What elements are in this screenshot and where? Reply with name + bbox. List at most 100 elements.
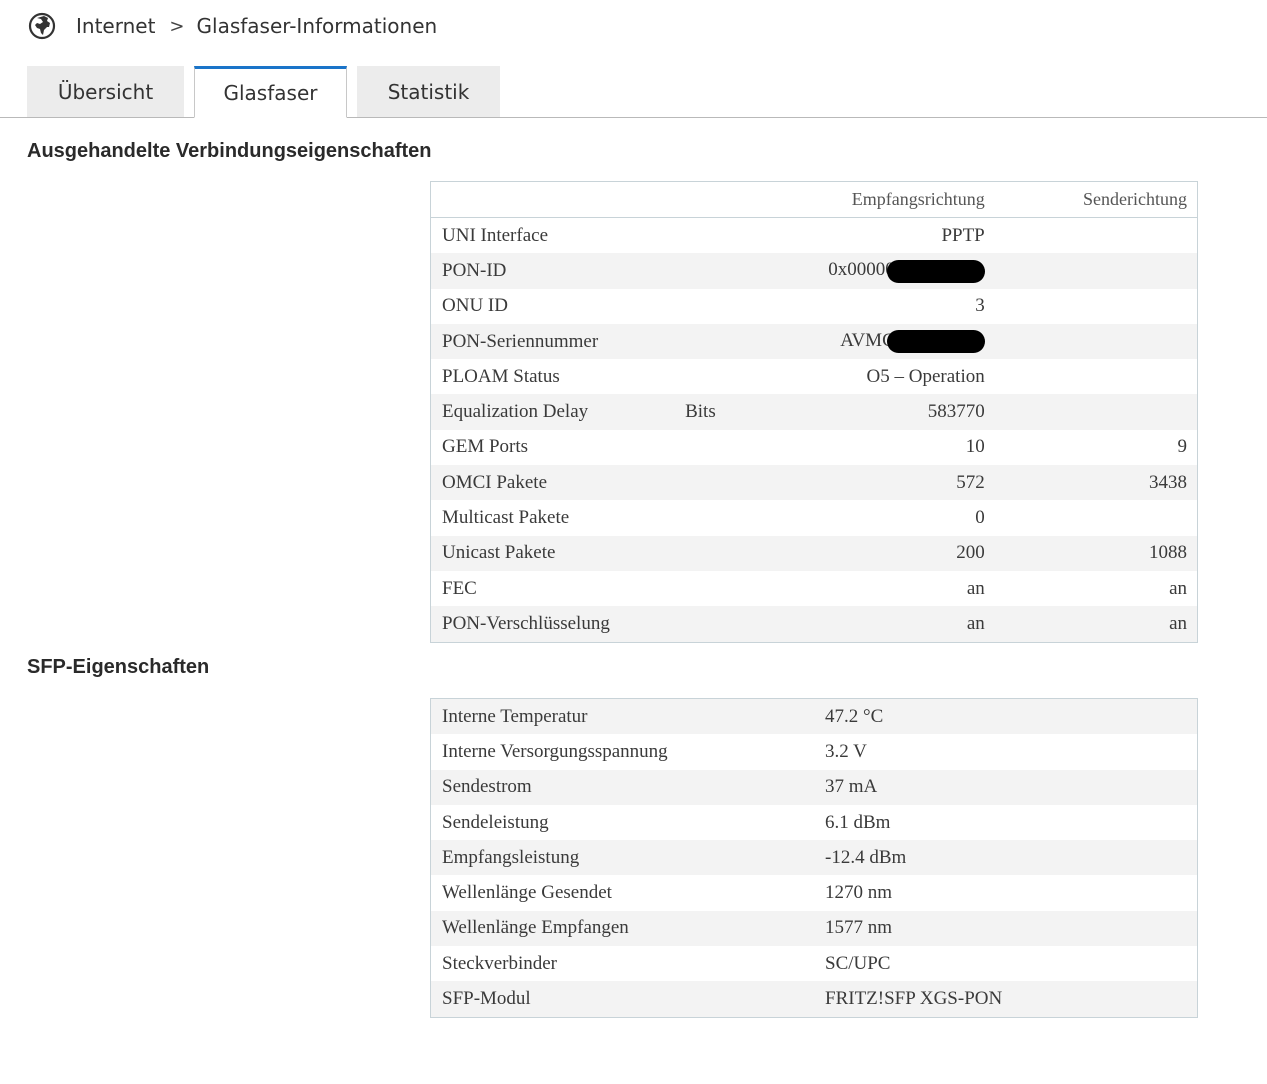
row-tx-value bbox=[985, 324, 1198, 359]
rx-text: an bbox=[966, 577, 985, 599]
row-tx-value: 3438 bbox=[1149, 471, 1187, 493]
tab-uebersicht[interactable]: Übersicht bbox=[27, 66, 184, 117]
table-row: Sendestrom 37 mA bbox=[430, 769, 1198, 805]
sfp-row-label: SFP-Modul bbox=[442, 988, 531, 1010]
rx-text: O5 – Operation bbox=[866, 365, 985, 387]
rx-text: 0 bbox=[975, 507, 985, 529]
sfp-row-value: 1270 nm bbox=[825, 882, 893, 904]
header-tx: Senderichtung bbox=[1083, 189, 1187, 209]
row-label: PON-Seriennummer bbox=[442, 330, 599, 352]
sfp-table: Interne Temperatur 47.2 °C Interne Versorg… bbox=[430, 698, 1198, 1018]
table-row: OMCI Pakete 572 3438 bbox=[430, 465, 1198, 501]
row-tx-value: an bbox=[1169, 612, 1187, 634]
row-rx-value: 572 bbox=[811, 465, 985, 500]
row-label: OMCI Pakete bbox=[442, 471, 548, 493]
tab-bar: Übersicht Glasfaser Statistik bbox=[0, 66, 1267, 118]
row-rx-value: 10 bbox=[811, 430, 985, 465]
row-unit bbox=[685, 571, 811, 606]
sfp-row-label: Steckverbinder bbox=[442, 952, 558, 974]
table-row: Equalization Delay Bits 583770 bbox=[430, 394, 1198, 430]
sfp-row-value: SC/UPC bbox=[825, 952, 891, 974]
breadcrumb-internet[interactable]: Internet bbox=[76, 14, 155, 38]
rx-text: PPTP bbox=[941, 224, 985, 246]
globe-icon bbox=[28, 12, 56, 40]
connection-table: Empfangsrichtung Senderichtung UNI Inter… bbox=[430, 181, 1198, 643]
table-row: Unicast Pakete 200 1088 bbox=[430, 535, 1198, 571]
row-unit bbox=[685, 359, 811, 394]
row-label: FEC bbox=[442, 577, 477, 599]
sfp-row-value: 6.1 dBm bbox=[825, 811, 891, 833]
row-rx-value: 200 bbox=[811, 536, 985, 571]
table-row: Interne Versorgungsspannung 3.2 V bbox=[431, 734, 1198, 769]
row-rx-value: an bbox=[811, 606, 985, 642]
sfp-row-value: 3.2 V bbox=[825, 740, 867, 762]
header-rx: Empfangsrichtung bbox=[851, 189, 985, 209]
row-label: GEM Ports bbox=[442, 436, 529, 458]
table-row: Wellenlänge Gesendet 1270 nm bbox=[431, 875, 1198, 910]
row-rx-value: an bbox=[811, 571, 985, 606]
tab-glasfaser[interactable]: Glasfaser bbox=[194, 66, 347, 118]
row-rx-value: 3 bbox=[811, 289, 985, 324]
row-unit bbox=[685, 324, 811, 359]
table-row: Wellenlänge Empfangen 1577 nm bbox=[430, 910, 1198, 947]
row-rx-value: AVMC bbox=[811, 324, 985, 359]
row-tx-value bbox=[985, 359, 1198, 394]
row-rx-value: 583770 bbox=[811, 394, 985, 429]
row-unit bbox=[685, 536, 811, 571]
row-tx-value bbox=[985, 500, 1198, 535]
sfp-section-title: SFP-Eigenschaften bbox=[27, 656, 210, 678]
row-rx-value: PPTP bbox=[811, 218, 984, 254]
row-tx-value bbox=[985, 289, 1198, 324]
sfp-row-label: Interne Temperatur bbox=[442, 705, 588, 727]
redaction-mark bbox=[886, 259, 985, 283]
row-unit bbox=[685, 500, 811, 535]
row-label: Unicast Pakete bbox=[442, 542, 556, 564]
table-row: GEM Ports 10 9 bbox=[431, 430, 1198, 465]
table-row: Multicast Pakete 0 bbox=[431, 500, 1198, 535]
breadcrumb-glasfaser-informationen: Glasfaser-Informationen bbox=[196, 14, 438, 38]
table-row: FEC an an bbox=[431, 571, 1198, 606]
breadcrumb-separator: > bbox=[169, 15, 185, 37]
row-tx-value: 9 bbox=[1177, 436, 1188, 458]
row-unit: Bits bbox=[685, 401, 716, 423]
table-row: Interne Temperatur 47.2 °C bbox=[430, 698, 1198, 735]
row-label: PLOAM Status bbox=[442, 365, 560, 387]
row-label: UNI Interface bbox=[442, 224, 549, 246]
row-label: Multicast Pakete bbox=[442, 507, 570, 529]
sfp-row-label: Sendeleistung bbox=[442, 811, 549, 833]
row-rx-value: O5 – Operation bbox=[811, 359, 985, 394]
table-row: Empfangsleistung -12.4 dBm bbox=[430, 840, 1198, 876]
breadcrumb: Internet > Glasfaser-Informationen bbox=[28, 11, 437, 41]
row-tx-value: an bbox=[1169, 577, 1187, 599]
row-unit bbox=[685, 253, 811, 288]
connection-section-title: Ausgehandelte Verbindungseigenschaften bbox=[27, 140, 432, 162]
row-unit bbox=[685, 218, 811, 254]
row-tx-value bbox=[985, 253, 1198, 288]
rx-text: an bbox=[966, 612, 985, 634]
row-label: PON-ID bbox=[442, 259, 507, 281]
row-unit bbox=[685, 289, 811, 324]
rx-text: 0x00000 bbox=[828, 259, 895, 281]
table-row: PON-ID 0x00000 bbox=[430, 253, 1198, 289]
connection-table-header: Empfangsrichtung Senderichtung bbox=[430, 182, 1198, 218]
sfp-row-value: 1577 nm bbox=[825, 917, 893, 939]
sfp-row-value: FRITZ!SFP XGS-PON bbox=[825, 988, 1003, 1010]
table-row: PLOAM Status O5 – Operation bbox=[431, 359, 1198, 394]
redaction-mark bbox=[886, 330, 985, 354]
rx-text: 10 bbox=[965, 436, 985, 458]
table-row: ONU ID 3 bbox=[431, 289, 1198, 324]
sfp-row-label: Interne Versorgungsspannung bbox=[442, 740, 668, 762]
row-label: PON-Verschlüsselung bbox=[442, 612, 610, 634]
table-row: Steckverbinder SC/UPC bbox=[431, 946, 1198, 981]
row-unit bbox=[685, 465, 811, 500]
sfp-row-value: 37 mA bbox=[825, 776, 878, 798]
sfp-row-label: Empfangsleistung bbox=[442, 846, 580, 868]
row-unit bbox=[685, 430, 811, 465]
table-row: SFP-Modul FRITZ!SFP XGS-PON bbox=[430, 981, 1198, 1018]
row-label: ONU ID bbox=[442, 295, 508, 317]
rx-text: 200 bbox=[956, 542, 985, 564]
rx-text: 3 bbox=[975, 295, 985, 317]
tab-statistik[interactable]: Statistik bbox=[357, 66, 500, 117]
sfp-row-label: Wellenlänge Empfangen bbox=[442, 917, 629, 939]
rx-text: 572 bbox=[956, 471, 985, 493]
